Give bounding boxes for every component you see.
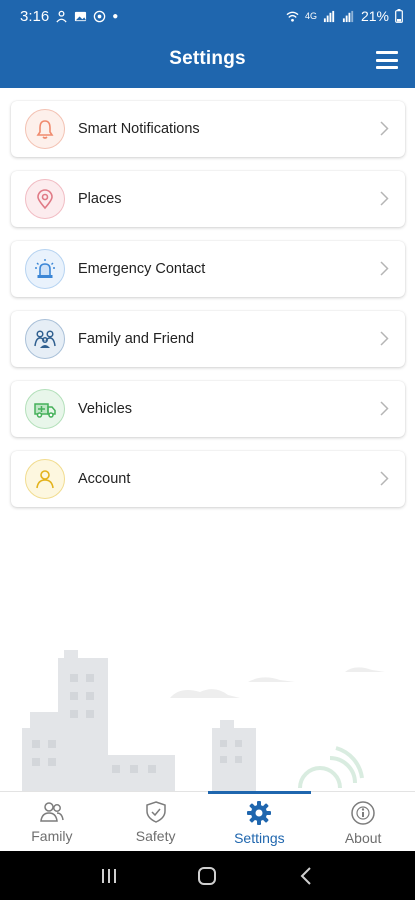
settings-item-vehicles[interactable]: Vehicles: [11, 381, 405, 437]
wifi-icon: [286, 11, 299, 22]
tab-about[interactable]: About: [311, 792, 415, 851]
tab-settings[interactable]: Settings: [207, 791, 312, 851]
people-icon: [40, 802, 64, 822]
settings-item-emergency-contact[interactable]: Emergency Contact: [11, 241, 405, 297]
settings-item-account[interactable]: Account: [11, 451, 405, 507]
settings-item-label: Emergency Contact: [78, 261, 206, 277]
chevron-right-icon: [380, 401, 389, 416]
notification-dot-icon: ●: [112, 10, 119, 22]
info-icon: [351, 801, 375, 825]
menu-button[interactable]: [376, 51, 398, 69]
tab-safety[interactable]: Safety: [104, 792, 208, 851]
chevron-right-icon: [380, 191, 389, 206]
network-type: 4G: [304, 11, 317, 21]
page-title: Settings: [169, 48, 246, 69]
settings-list: Smart Notifications Places Emergency Con…: [11, 101, 405, 521]
notification-whatsapp-icon: [93, 10, 106, 22]
chevron-right-icon: [380, 331, 389, 346]
truck-icon: [34, 403, 56, 418]
system-navigation-bar: [0, 851, 415, 900]
gear-icon: [247, 801, 272, 825]
user-icon: [36, 470, 54, 489]
chevron-right-icon: [380, 121, 389, 136]
back-icon: [300, 866, 311, 885]
recent-apps-button[interactable]: [89, 856, 129, 896]
map-pin-icon: [37, 189, 53, 210]
app-header: 3:16 ● 4G 21% Settings: [0, 0, 415, 88]
chevron-right-icon: [380, 471, 389, 486]
settings-item-label: Vehicles: [78, 401, 133, 417]
settings-item-places[interactable]: Places: [11, 171, 405, 227]
city-background-illustration: [22, 650, 385, 795]
tab-family[interactable]: Family: [0, 792, 104, 851]
settings-item-label: Family and Friend: [78, 331, 195, 347]
recent-apps-icon: [102, 868, 117, 883]
hamburger-icon: [376, 51, 398, 54]
settings-item-smart-notifications[interactable]: Smart Notifications: [11, 101, 405, 157]
notification-image-icon: [75, 11, 87, 21]
family-icon: [34, 330, 56, 348]
battery-icon: [395, 9, 403, 23]
bottom-navigation: Family Safety Settings About: [0, 791, 415, 851]
back-button[interactable]: [286, 856, 326, 896]
siren-icon: [35, 259, 55, 278]
tab-label: Settings: [234, 830, 285, 846]
settings-item-label: Smart Notifications: [78, 121, 200, 137]
tab-label: Safety: [135, 828, 176, 844]
settings-item-label: Places: [78, 191, 122, 207]
signal-icon: [323, 10, 335, 22]
status-bar: 3:16 ● 4G 21%: [0, 0, 415, 32]
settings-item-family-and-friend[interactable]: Family and Friend: [11, 311, 405, 367]
tab-label: Family: [31, 828, 73, 844]
home-button[interactable]: [187, 856, 227, 896]
shield-icon: [145, 801, 166, 823]
status-time: 3:16: [20, 7, 50, 25]
signal-2-icon: [342, 10, 354, 22]
home-icon: [198, 866, 217, 885]
settings-item-label: Account: [78, 471, 131, 487]
bell-icon: [36, 120, 54, 139]
tab-label: About: [344, 830, 382, 846]
chevron-right-icon: [380, 261, 389, 276]
notification-person-icon: [56, 10, 67, 23]
battery-percent: 21%: [360, 8, 389, 24]
